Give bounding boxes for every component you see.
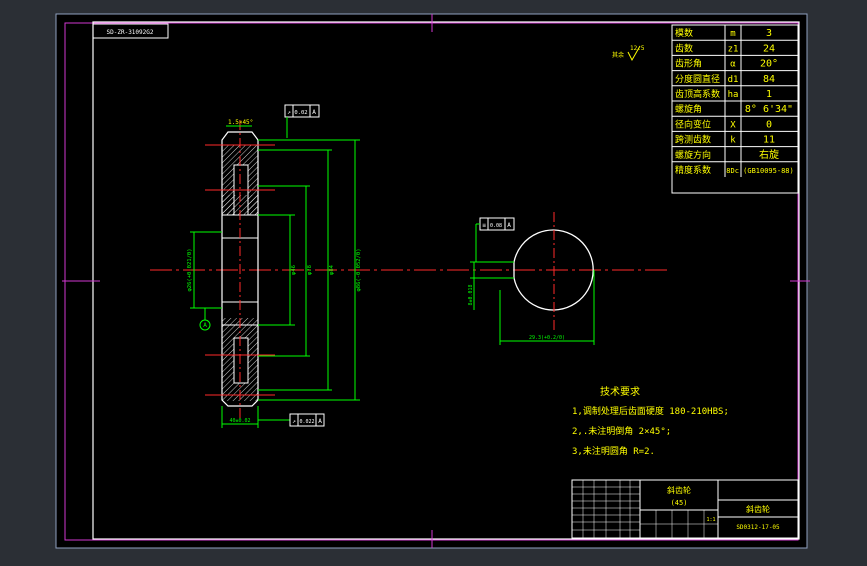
dim-pitch-diameter: φ84 <box>329 264 335 275</box>
param-value: 20° <box>760 59 778 70</box>
param-name: 齿数 <box>675 42 693 54</box>
param-name: 齿顶高系数 <box>675 88 720 100</box>
param-symbol: X <box>730 120 736 130</box>
dim-root-diameter: φ78 <box>307 265 313 275</box>
svg-text:↗: ↗ <box>292 418 296 425</box>
param-symbol: z1 <box>728 44 739 54</box>
dim-tip-diameter: φ86(-0.052/0) <box>356 248 362 291</box>
cad-viewport[interactable]: SD-ZR-31092G2 其余 12.5 1.5×45° ↗ 0.02 A φ… <box>0 0 867 562</box>
part-name: 斜齿轮 <box>667 485 691 495</box>
param-symbol: ha <box>728 90 739 100</box>
param-value: 24 <box>763 43 775 54</box>
svg-text:0.08: 0.08 <box>490 223 502 229</box>
chamfer-label: 1.5×45° <box>228 119 253 126</box>
param-name: 精度系数 <box>675 164 711 176</box>
drawing-scale: 1:1 <box>706 517 715 523</box>
roughness-note: 其余 <box>612 51 624 59</box>
param-name: 跨测齿数 <box>675 134 711 146</box>
param-name: 分度圆直径 <box>675 73 720 85</box>
tech-item-1: 1,调制处理后齿面硬度 180-210HBS; <box>572 405 729 417</box>
tech-title: 技术要求 <box>600 385 640 398</box>
param-value: 84 <box>763 74 775 85</box>
svg-text:≡: ≡ <box>482 222 486 229</box>
part-material: (45) <box>671 499 688 507</box>
param-symbol: d1 <box>728 75 739 85</box>
param-value: 8° 6'34" <box>745 104 793 115</box>
dim-key-width: 8±0.018 <box>468 284 474 305</box>
param-name: 齿形角 <box>675 58 702 70</box>
svg-text:A: A <box>203 322 207 329</box>
param-symbol: k <box>730 136 736 146</box>
svg-text:↗: ↗ <box>287 109 291 116</box>
param-value: 11 <box>763 135 775 146</box>
param-name: 径向变位 <box>675 118 711 130</box>
dim-bore-diameter: φ26(+0.021/0) <box>187 248 193 291</box>
param-value: 3 <box>766 28 772 39</box>
dim-keyway-depth: 29.3(+0.2/0) <box>529 335 565 341</box>
tech-item-2: 2,.未注明倒角 2×45°; <box>572 425 671 437</box>
param-value: 0 <box>766 119 772 130</box>
param-name: 螺旋方向 <box>675 149 711 161</box>
param-symbol: α <box>730 60 736 70</box>
param-value: 右旋 <box>759 148 779 161</box>
tech-item-3: 3,未注明圆角 R=2. <box>572 445 655 457</box>
svg-text:A: A <box>507 222 511 229</box>
svg-text:A: A <box>312 109 316 116</box>
param-value: 8Dc (GB10095-88) <box>726 167 793 175</box>
drawing-title: 斜齿轮 <box>746 504 770 514</box>
param-name: 模数 <box>675 27 693 39</box>
dim-face-width: 40±0.02 <box>229 418 250 424</box>
param-symbol: m <box>730 29 735 39</box>
drawing-number: SD0312-17-05 <box>736 524 780 531</box>
drawing-canvas: SD-ZR-31092G2 其余 12.5 1.5×45° ↗ 0.02 A φ… <box>55 13 810 549</box>
svg-text:0.02: 0.02 <box>294 110 307 116</box>
svg-text:0.022: 0.022 <box>299 419 314 425</box>
drawing-code: SD-ZR-31092G2 <box>107 29 154 36</box>
dim-hub-diameter: φ46 <box>291 265 297 275</box>
param-name: 螺旋角 <box>675 103 702 115</box>
param-value: 1 <box>766 89 772 100</box>
svg-text:A: A <box>318 418 322 425</box>
